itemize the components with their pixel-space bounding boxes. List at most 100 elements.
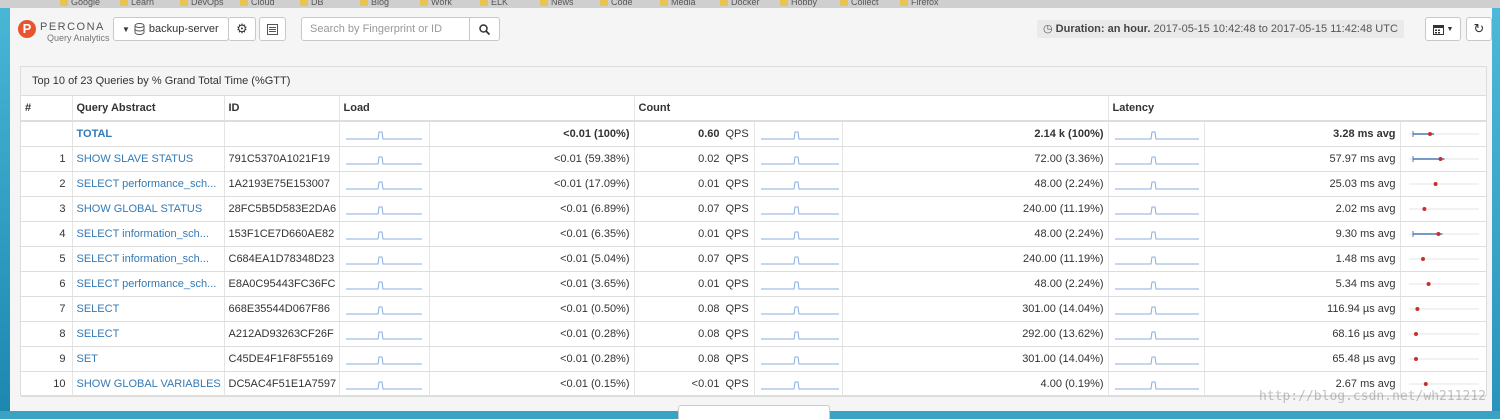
query-abstract[interactable]: SHOW SLAVE STATUS	[71, 146, 224, 172]
qps-unit: QPS	[725, 253, 749, 265]
query-abstract[interactable]: SELECT information_sch...	[71, 246, 224, 272]
table-row[interactable]: 9 SET C45DE4F1F8F55169 <0.01 (0.28%) 0.08 QPS…	[21, 346, 1487, 372]
settings-button[interactable]: ⚙	[228, 17, 256, 41]
query-abstract-link[interactable]: SHOW GLOBAL VARIABLES	[77, 378, 221, 390]
qps-unit: QPS	[725, 353, 749, 365]
col-id[interactable]: ID	[223, 96, 339, 122]
latency-marker	[1438, 157, 1443, 161]
table-row[interactable]: 7 SELECT 668E35544D067F86 <0.01 (0.50%) 0.08…	[21, 296, 1487, 322]
query-abstract-link[interactable]: SELECT information_sch...	[77, 253, 209, 265]
query-abstract[interactable]: SELECT	[71, 321, 224, 347]
search-button[interactable]	[469, 17, 500, 41]
query-abstract-link[interactable]: SET	[77, 353, 98, 365]
bookmark-item[interactable]: Work	[420, 0, 452, 7]
refresh-button[interactable]: ↻	[1466, 17, 1492, 41]
query-abstract[interactable]: SHOW GLOBAL STATUS	[71, 196, 224, 222]
query-list-button[interactable]	[259, 17, 286, 41]
query-abstract-link[interactable]: SHOW SLAVE STATUS	[77, 153, 194, 165]
bookmark-item[interactable]: Learn	[120, 0, 154, 7]
latency-marker	[1427, 132, 1432, 136]
table-row[interactable]: 5 SELECT information_sch... C684EA1D78348D…	[21, 246, 1487, 272]
query-abstract[interactable]: SELECT	[71, 296, 224, 322]
query-abstract-link[interactable]: SELECT performance_sch...	[77, 178, 217, 190]
qps-unit: QPS	[725, 378, 749, 390]
query-abstract-link[interactable]: TOTAL	[77, 128, 113, 140]
query-abstract[interactable]: SELECT information_sch...	[71, 221, 224, 247]
sparkline	[1114, 156, 1199, 165]
sparkline	[1114, 231, 1199, 240]
latency-distribution-cell	[1399, 171, 1487, 197]
bookmark-item[interactable]: Code	[600, 0, 633, 7]
caret-down-icon: ▼	[1446, 25, 1454, 33]
list-icon	[267, 23, 278, 35]
load-sparkline-cell	[338, 246, 429, 272]
row-rank: 4	[21, 221, 72, 247]
count-value: 72.00 (3.36%)	[841, 146, 1109, 172]
panel-title: Top 10 of 23 Queries by % Grand Total Ti…	[21, 67, 1486, 96]
bookmark-item[interactable]: Docker	[720, 0, 760, 7]
latency-distribution-cell	[1399, 246, 1487, 272]
server-select-button[interactable]: ▼ backup-server	[113, 17, 229, 41]
load-value: <0.01 (3.65%)	[428, 271, 634, 297]
col-count[interactable]: Count	[633, 96, 1109, 122]
col-load[interactable]: Load	[338, 96, 634, 122]
query-abstract[interactable]: SELECT performance_sch...	[71, 271, 224, 297]
col-query-abstract[interactable]: Query Abstract	[71, 96, 224, 122]
query-abstract-link[interactable]: SELECT	[77, 303, 120, 315]
load-value: <0.01 (0.28%)	[428, 321, 634, 347]
query-id: E8A0C95443FC36FC	[223, 271, 339, 297]
col-latency[interactable]: Latency	[1107, 96, 1487, 122]
query-abstract-link[interactable]: SELECT performance_sch...	[77, 278, 217, 290]
table-row[interactable]: 1 SHOW SLAVE STATUS 791C5370A1021F19 <0.01 …	[21, 146, 1487, 172]
query-abstract-link[interactable]: SELECT information_sch...	[77, 228, 209, 240]
query-abstract-link[interactable]: SELECT	[77, 328, 120, 340]
bookmark-item[interactable]: Firefox	[900, 0, 939, 7]
load-sparkline-cell	[338, 171, 429, 197]
sparkline	[760, 356, 839, 365]
bookmark-item[interactable]: Collect	[840, 0, 879, 7]
row-rank: 2	[21, 171, 72, 197]
qps-number: 0.60	[698, 128, 720, 140]
top-queries-panel: Top 10 of 23 Queries by % Grand Total Ti…	[20, 66, 1487, 397]
table-row[interactable]: 6 SELECT performance_sch... E8A0C95443FC36…	[21, 271, 1487, 297]
qps-number: 0.01	[698, 178, 720, 190]
table-row[interactable]: 4 SELECT information_sch... 153F1CE7D660AE…	[21, 221, 1487, 247]
count-sparkline-cell	[753, 346, 842, 372]
latency-marker	[1426, 282, 1431, 286]
row-rank: 9	[21, 346, 72, 372]
qps-value: <0.01 QPS	[633, 371, 754, 397]
table-row[interactable]: 8 SELECT A212AD93263CF26F <0.01 (0.28%) 0.08…	[21, 321, 1487, 347]
duration-label: Duration: an hour.	[1055, 23, 1151, 35]
bookmark-item[interactable]: Cloud	[240, 0, 275, 7]
bookmark-item[interactable]: Media	[660, 0, 696, 7]
latency-marker	[1433, 182, 1438, 186]
query-abstract[interactable]: SELECT performance_sch...	[71, 171, 224, 197]
count-sparkline-cell	[753, 321, 842, 347]
latency-sparkline-cell	[1107, 146, 1205, 172]
bookmark-item[interactable]: Blog	[360, 0, 389, 7]
bookmark-item[interactable]: Google	[60, 0, 100, 7]
total-row[interactable]: TOTAL <0.01 (100%) 0.60 QPS 2.14 k (100%) 3.2…	[21, 121, 1487, 147]
row-rank: 5	[21, 246, 72, 272]
query-abstract[interactable]: SHOW GLOBAL VARIABLES	[71, 371, 224, 397]
latency-value: 68.16 µs avg	[1203, 321, 1401, 347]
bookmark-item[interactable]: ELK	[480, 0, 508, 7]
col-rank[interactable]: #	[21, 96, 72, 122]
bookmark-item[interactable]: DevOps	[180, 0, 224, 7]
table-row[interactable]: 3 SHOW GLOBAL STATUS 28FC5B5D583E2DA6 <0.01…	[21, 196, 1487, 222]
query-abstract[interactable]: TOTAL	[71, 121, 224, 147]
count-sparkline-cell	[753, 196, 842, 222]
qps-number: <0.01	[691, 378, 720, 390]
query-abstract-link[interactable]: SHOW GLOBAL STATUS	[77, 203, 203, 215]
bookmark-item[interactable]: Hobby	[780, 0, 817, 7]
table-row[interactable]: 2 SELECT performance_sch... 1A2193E75E1530…	[21, 171, 1487, 197]
bookmark-item[interactable]: News	[540, 0, 574, 7]
calendar-button[interactable]: ▼	[1425, 17, 1461, 41]
query-abstract[interactable]: SET	[71, 346, 224, 372]
search-icon	[479, 23, 490, 35]
latency-distribution	[1408, 307, 1479, 311]
load-more-button[interactable]	[678, 405, 830, 419]
sparkline	[760, 231, 839, 240]
bookmark-item[interactable]: DB	[300, 0, 324, 7]
search-input[interactable]	[301, 17, 470, 41]
